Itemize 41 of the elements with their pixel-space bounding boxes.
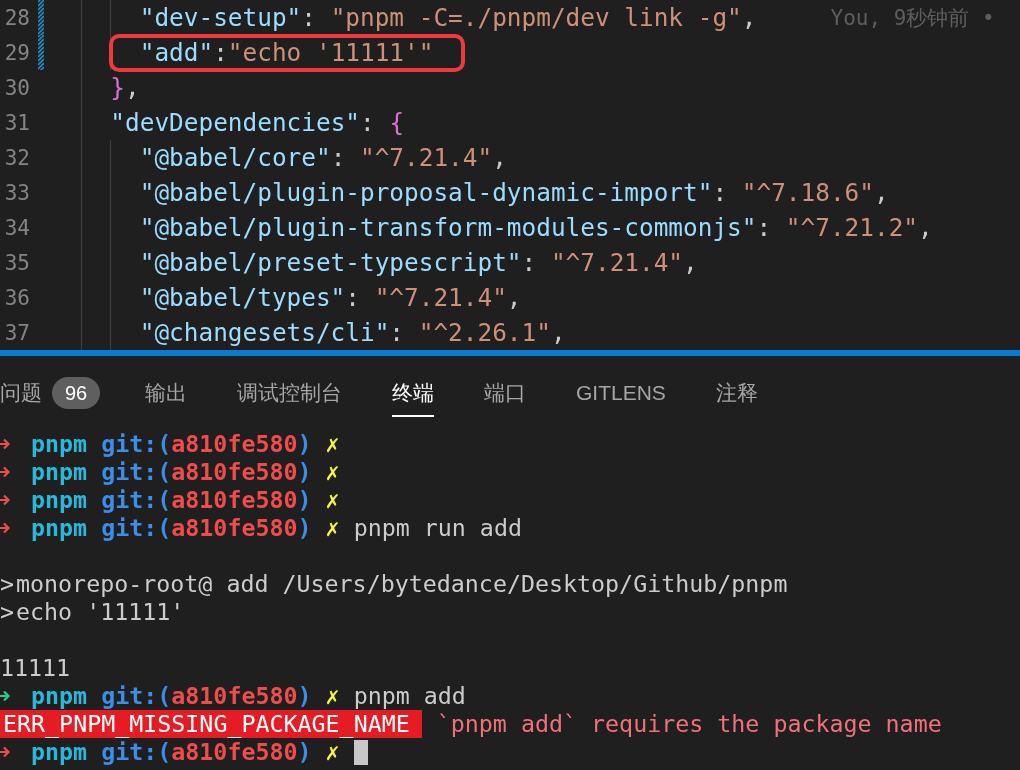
problem-count: 96 (52, 377, 100, 409)
panel-tab[interactable]: 端口 (484, 369, 526, 417)
panel-tab[interactable]: 输出 (145, 369, 187, 417)
line-number: 36 (3, 284, 30, 311)
code-line: "@babel/plugin-proposal-dynamic-import": "^7.18.6", (139, 178, 889, 207)
line-number: 34 (3, 214, 30, 241)
prompt-marker: > (0, 570, 14, 598)
terminal-line: pnpm git:(a810fe580) ✗ pnpm add (31, 682, 466, 710)
code-line: "@changesets/cli": "^2.26.1", (139, 318, 566, 347)
terminal-line: pnpm git:(a810fe580) ✗ (31, 738, 340, 766)
panel-tab[interactable]: 终端 (392, 369, 434, 417)
panel-tab[interactable]: GITLENS (576, 369, 666, 417)
line-number: 35 (3, 249, 30, 276)
terminal-line: echo '11111' (16, 598, 185, 626)
code-line: "@babel/types": "^7.21.4", (139, 283, 522, 312)
terminal-line: pnpm git:(a810fe580) ✗ (31, 486, 340, 514)
terminal-line: pnpm git:(a810fe580) ✗ (31, 430, 340, 458)
line-number: 31 (3, 109, 30, 136)
line-number: 28 (3, 4, 30, 31)
code-line: "dev-setup": "pnpm -C=./pnpm/dev link -g", (139, 3, 757, 32)
code-line: "add":"echo '11111'" (139, 38, 434, 67)
blame-annotation: You, 9秒钟前 • (830, 4, 995, 31)
code-line: "@babel/preset-typescript": "^7.21.4", (139, 248, 698, 277)
line-number: 32 (3, 144, 30, 171)
panel-tab[interactable]: 注释 (715, 369, 758, 417)
code-line: "@babel/plugin-transform-modules-commonjs": "^7.21.2", (139, 213, 933, 242)
line-number: 37 (3, 319, 30, 346)
line-number: 29 (3, 39, 30, 66)
line-number: 30 (3, 74, 30, 101)
terminal-line: monorepo-root@ add /Users/bytedance/Desktop/Github/pnpm (16, 570, 788, 598)
error-message: `pnpm add` requires the package name (436, 710, 942, 738)
code-line: }, (110, 73, 140, 102)
terminal-line: pnpm git:(a810fe580) ✗ (31, 458, 340, 486)
panel-tab[interactable]: 调试控制台 (237, 369, 342, 417)
error-code: ERR_PNPM_MISSING_PACKAGE_NAME (0, 710, 422, 738)
code-line: "devDependencies": { (110, 108, 405, 137)
terminal-line: 11111 (0, 654, 71, 682)
prompt-marker: > (0, 598, 14, 626)
code-line: "@babel/core": "^7.21.4", (139, 143, 507, 172)
line-number: 33 (3, 179, 30, 206)
terminal-line: pnpm git:(a810fe580) ✗ pnpm run add (31, 514, 522, 542)
